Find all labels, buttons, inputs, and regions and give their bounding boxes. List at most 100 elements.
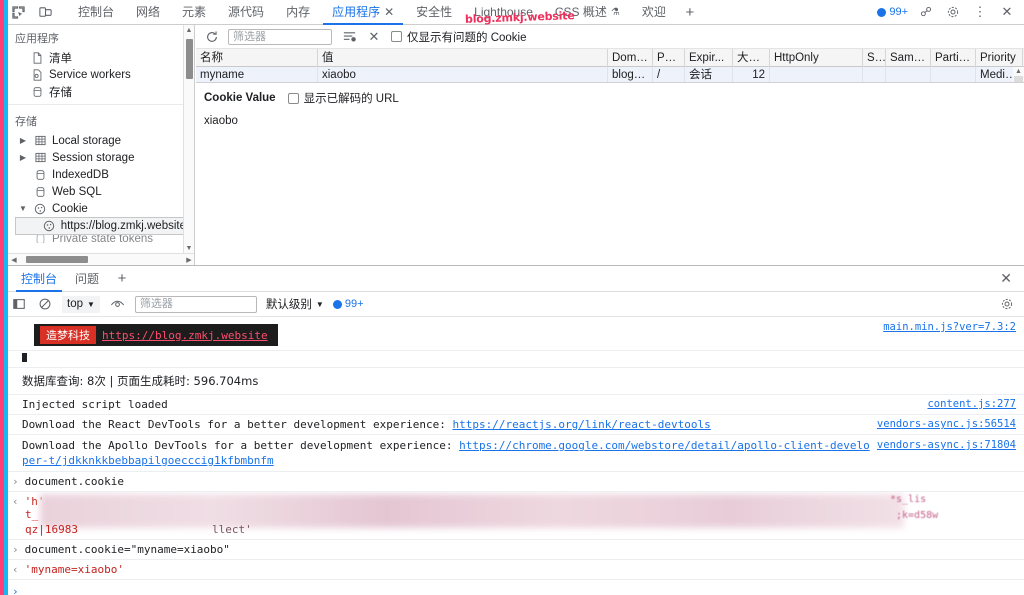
- clear-console-icon[interactable]: [36, 296, 53, 313]
- sidebar-item-storage[interactable]: 存储: [8, 83, 194, 100]
- brand-link[interactable]: https://blog.zmkj.website: [102, 329, 278, 342]
- console-input-set-cookie[interactable]: › document.cookie="myname=xiaobo": [0, 540, 1024, 560]
- sidebar-item-label: Private state tokens: [52, 235, 153, 243]
- refresh-icon[interactable]: [204, 29, 219, 44]
- add-tab-button[interactable]: +: [677, 0, 703, 25]
- col-samesite[interactable]: SameS...: [886, 48, 931, 67]
- scrollbar-thumb[interactable]: [186, 39, 193, 79]
- tab-network[interactable]: 网络: [125, 0, 171, 25]
- tab-welcome[interactable]: 欢迎: [631, 0, 677, 25]
- message-source-link[interactable]: vendors-async.js:71804: [877, 438, 1016, 453]
- chevron-right-icon[interactable]: ▶: [18, 136, 28, 145]
- only-problematic-cookies-checkbox[interactable]: 仅显示有问题的 Cookie: [391, 29, 527, 45]
- devtools-tabbar: 控制台 网络 元素 源代码 内存 应用程序 ✕ 安全性 Lighthouse C…: [0, 0, 1024, 25]
- inspect-element-icon[interactable]: [8, 3, 28, 21]
- scrollbar-thumb-h[interactable]: [26, 256, 88, 263]
- sidebar-item-indexeddb[interactable]: IndexedDB: [8, 166, 194, 183]
- col-priority[interactable]: Priority: [976, 48, 1023, 67]
- cookie-filter-input[interactable]: 筛选器: [228, 28, 332, 45]
- result-fragment-3: qz|16983: [25, 523, 78, 536]
- tab-issues[interactable]: 问题: [66, 266, 108, 292]
- device-toolbar-icon[interactable]: [35, 3, 55, 21]
- close-icon[interactable]: ✕: [384, 6, 394, 18]
- checkbox-label: 显示已解码的 URL: [303, 93, 399, 105]
- message-source-link[interactable]: main.min.js?ver=7.3:2: [883, 321, 1016, 333]
- sidebar-item-local-storage[interactable]: ▶ Local storage: [8, 132, 194, 149]
- chevron-down-icon: ▼: [315, 299, 324, 309]
- more-options-icon[interactable]: ⋮: [971, 3, 989, 21]
- message-source-link[interactable]: content.js:277: [927, 398, 1016, 410]
- close-drawer-icon[interactable]: ✕: [1000, 270, 1024, 287]
- checkbox-label: 仅显示有问题的 Cookie: [407, 31, 527, 44]
- col-size[interactable]: 大小 ▲: [733, 48, 770, 67]
- scroll-up-icon[interactable]: ▲: [184, 25, 194, 36]
- tab-security[interactable]: 安全性: [405, 0, 463, 25]
- sidebar-item-label: https://blog.zmkj.website: [60, 220, 186, 232]
- scroll-right-icon[interactable]: ▶: [183, 256, 194, 264]
- result-fragment-right-1: *s_lis: [890, 494, 927, 505]
- checkbox-icon[interactable]: [287, 92, 299, 104]
- tab-console-drawer[interactable]: 控制台: [12, 266, 66, 292]
- col-domain[interactable]: Domain: [608, 48, 653, 67]
- gear-icon[interactable]: [1000, 296, 1024, 313]
- info-dot-icon: [332, 299, 342, 309]
- issues-badge[interactable]: 99+: [877, 6, 908, 18]
- tab-sources[interactable]: 源代码: [217, 0, 275, 25]
- tab-application[interactable]: 应用程序 ✕: [321, 0, 405, 25]
- chevron-right-icon[interactable]: ▶: [18, 153, 28, 162]
- live-expression-icon[interactable]: [109, 296, 126, 313]
- application-panel: 应用程序 清单 Service workers 存储 存储 ▶ Local st…: [8, 25, 1024, 265]
- scroll-up-icon[interactable]: ▲: [1013, 67, 1024, 76]
- sidebar-horizontal-scrollbar[interactable]: ◀ ▶: [8, 253, 194, 265]
- message-text: Download the Apollo DevTools for a bette…: [22, 439, 460, 452]
- tab-memory[interactable]: 内存: [275, 0, 321, 25]
- execution-context-select[interactable]: top ▼: [62, 295, 100, 313]
- cookie-icon: [42, 219, 56, 233]
- col-secure[interactable]: S...: [863, 48, 886, 67]
- console-sidebar-icon[interactable]: [10, 296, 27, 313]
- scroll-left-icon[interactable]: ◀: [8, 256, 20, 264]
- tab-css-overview[interactable]: CSS 概述 ⚗: [544, 0, 631, 25]
- col-value[interactable]: 值: [318, 48, 608, 67]
- message-source-link[interactable]: vendors-async.js:56514: [877, 418, 1016, 430]
- console-prompt[interactable]: ›: [0, 580, 1024, 595]
- clear-filter-icon[interactable]: [341, 29, 357, 45]
- sidebar-item-cookie-origin[interactable]: https://blog.zmkj.website: [15, 217, 187, 235]
- add-drawer-tab-button[interactable]: +: [108, 270, 136, 287]
- sidebar-vertical-scrollbar[interactable]: ▲ ▼: [183, 25, 194, 254]
- col-partition[interactable]: Partiti...: [931, 48, 976, 67]
- console-filter-input[interactable]: 筛选器: [134, 295, 257, 313]
- tab-elements[interactable]: 元素: [171, 0, 217, 25]
- checkbox-icon[interactable]: [391, 31, 402, 42]
- database-icon: [33, 235, 47, 243]
- col-path[interactable]: Path: [653, 48, 685, 67]
- clear-all-cookies-icon[interactable]: ✕: [366, 29, 382, 45]
- col-expires[interactable]: Expir...: [685, 48, 733, 67]
- console-issues-badge[interactable]: 99+: [332, 298, 364, 310]
- log-level-select[interactable]: 默认级别 ▼: [266, 296, 324, 312]
- close-devtools-icon[interactable]: ✕: [998, 3, 1016, 21]
- react-devtools-link[interactable]: https://reactjs.org/link/react-devtools: [452, 418, 710, 431]
- tab-lighthouse[interactable]: Lighthouse: [463, 0, 544, 25]
- tab-console[interactable]: 控制台: [67, 0, 125, 25]
- experiment-flask-icon: ⚗: [610, 6, 620, 18]
- database-icon: [33, 168, 47, 182]
- col-httponly[interactable]: HttpOnly: [770, 48, 863, 67]
- cookie-value-title: Cookie Value: [204, 92, 276, 104]
- sidebar-item-web-sql[interactable]: Web SQL: [8, 183, 194, 200]
- result-fragment-4: llect': [212, 523, 252, 536]
- console-message-react-devtools: Download the React DevTools for a better…: [0, 415, 1024, 435]
- sidebar-item-clipped[interactable]: Private state tokens: [8, 235, 194, 243]
- cookie-toolbar: 筛选器 ✕ 仅显示有问题的 Cookie: [196, 25, 1024, 49]
- sidebar-item-manifest[interactable]: 清单: [8, 49, 194, 66]
- col-name[interactable]: 名称: [196, 48, 318, 67]
- sidebar-item-label: Cookie: [52, 202, 88, 215]
- settings-devtools-icon[interactable]: [917, 3, 935, 21]
- show-decoded-url-checkbox[interactable]: 显示已解码的 URL: [287, 90, 399, 106]
- console-input-expression[interactable]: › document.cookie: [0, 472, 1024, 492]
- sidebar-item-cookie[interactable]: ▼ Cookie: [8, 200, 194, 217]
- sidebar-item-session-storage[interactable]: ▶ Session storage: [8, 149, 194, 166]
- sidebar-item-service-workers[interactable]: Service workers: [8, 66, 194, 83]
- chevron-down-icon[interactable]: ▼: [18, 204, 28, 213]
- gear-icon[interactable]: [944, 3, 962, 21]
